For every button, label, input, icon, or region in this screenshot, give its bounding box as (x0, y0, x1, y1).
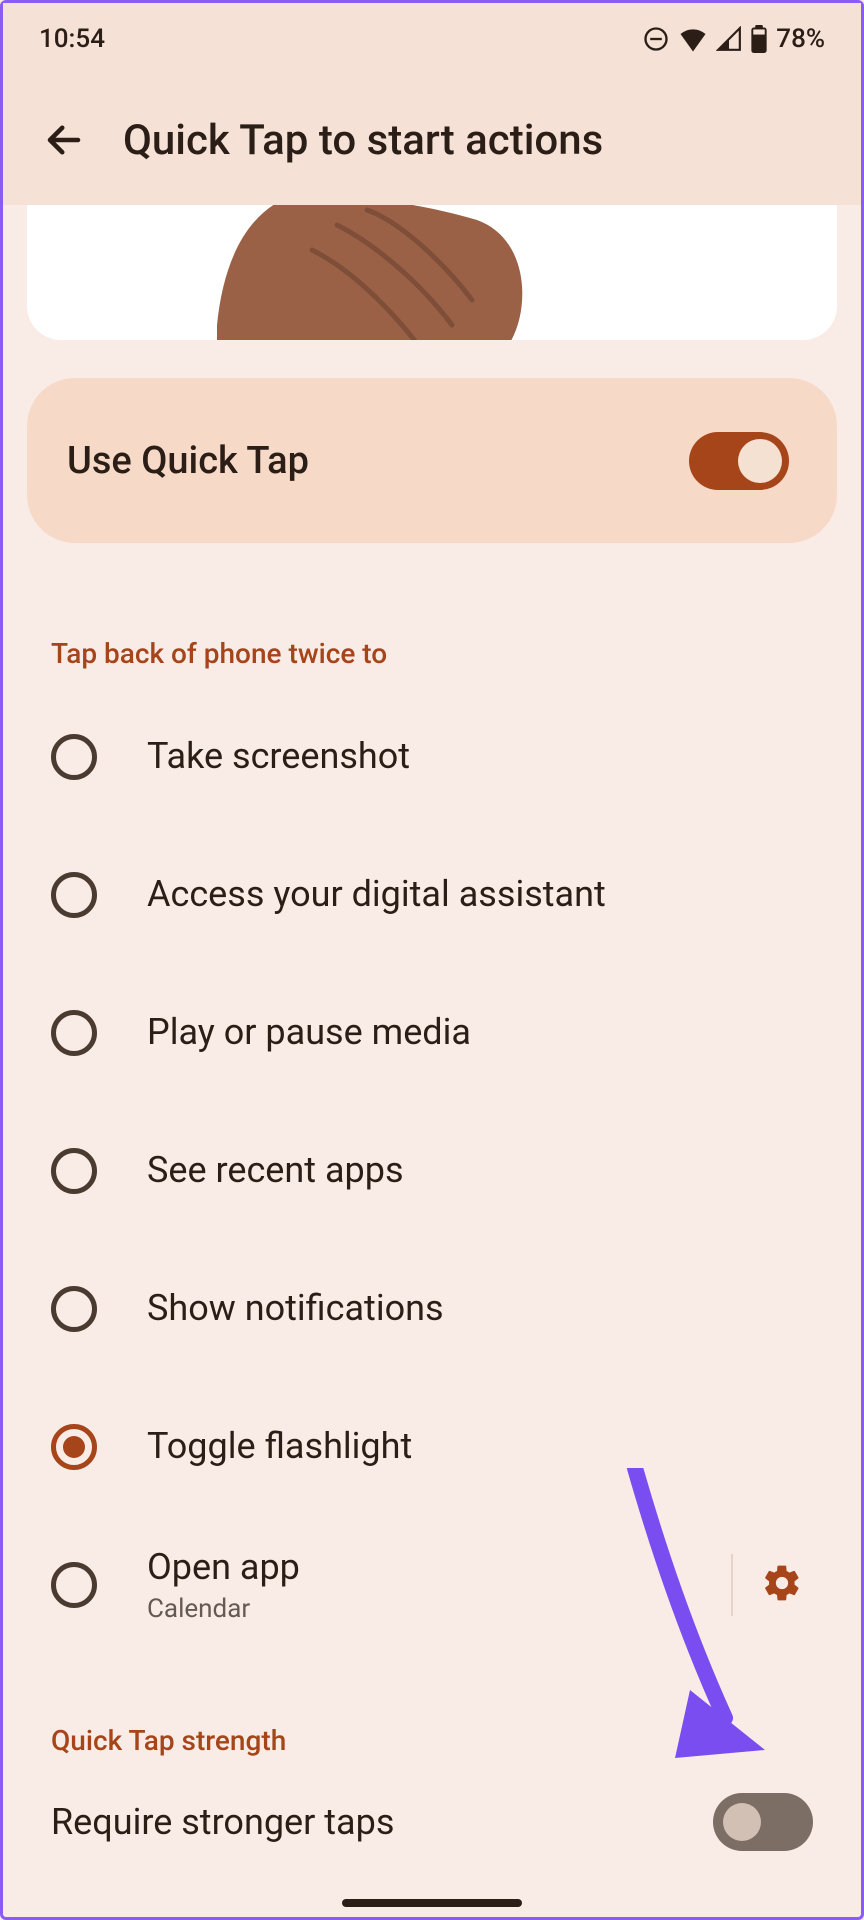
nav-handle[interactable] (342, 1899, 522, 1907)
do-not-disturb-icon (642, 25, 670, 53)
gear-icon (761, 1562, 803, 1604)
switch-thumb (723, 1803, 761, 1841)
radio-toggle-flashlight[interactable]: Toggle flashlight (39, 1378, 825, 1516)
radio-dot (63, 1436, 85, 1458)
radio-label: Take screenshot (147, 735, 410, 778)
radio-open-app[interactable]: Open app Calendar (39, 1516, 825, 1654)
hand-illustration (217, 205, 577, 340)
require-stronger-taps-switch[interactable] (713, 1793, 813, 1851)
radio-indicator (51, 734, 97, 780)
radio-recent-apps[interactable]: See recent apps (39, 1102, 825, 1240)
action-section-heading: Tap back of phone twice to (51, 637, 861, 670)
page-title: Quick Tap to start actions (123, 116, 603, 165)
status-bar: 10:54 78% (3, 3, 861, 75)
radio-indicator (51, 1286, 97, 1332)
require-stronger-taps-row[interactable]: Require stronger taps (3, 1757, 861, 1851)
strength-section-heading: Quick Tap strength (51, 1724, 861, 1757)
radio-indicator (51, 872, 97, 918)
radio-play-pause-media[interactable]: Play or pause media (39, 964, 825, 1102)
back-arrow-icon (43, 119, 85, 161)
radio-label: See recent apps (147, 1149, 404, 1192)
radio-indicator (51, 1562, 97, 1608)
divider (731, 1554, 733, 1616)
radio-show-notifications[interactable]: Show notifications (39, 1240, 825, 1378)
use-quick-tap-row[interactable]: Use Quick Tap (27, 378, 837, 543)
cell-signal-icon (716, 26, 742, 52)
use-quick-tap-switch[interactable] (689, 432, 789, 490)
switch-thumb (738, 439, 782, 483)
radio-label: Open app (147, 1546, 300, 1589)
action-radio-list: Take screenshot Access your digital assi… (3, 688, 861, 1654)
open-app-settings-button[interactable] (761, 1562, 803, 1608)
radio-indicator-selected (51, 1424, 97, 1470)
require-stronger-taps-label: Require stronger taps (51, 1801, 394, 1843)
back-button[interactable] (39, 115, 89, 165)
radio-sublabel: Calendar (147, 1594, 300, 1624)
radio-label: Toggle flashlight (147, 1425, 412, 1468)
radio-label: Play or pause media (147, 1011, 471, 1054)
radio-indicator (51, 1148, 97, 1194)
radio-digital-assistant[interactable]: Access your digital assistant (39, 826, 825, 964)
illustration-card (27, 205, 837, 340)
radio-indicator (51, 1010, 97, 1056)
status-icons: 78% (642, 24, 825, 54)
use-quick-tap-label: Use Quick Tap (67, 439, 309, 483)
battery-percent: 78% (776, 24, 825, 54)
wifi-icon (678, 26, 708, 52)
status-time: 10:54 (39, 24, 105, 54)
radio-label: Access your digital assistant (147, 873, 606, 916)
radio-take-screenshot[interactable]: Take screenshot (39, 688, 825, 826)
radio-label: Show notifications (147, 1287, 444, 1330)
app-bar: Quick Tap to start actions (3, 75, 861, 205)
battery-icon (750, 25, 768, 53)
